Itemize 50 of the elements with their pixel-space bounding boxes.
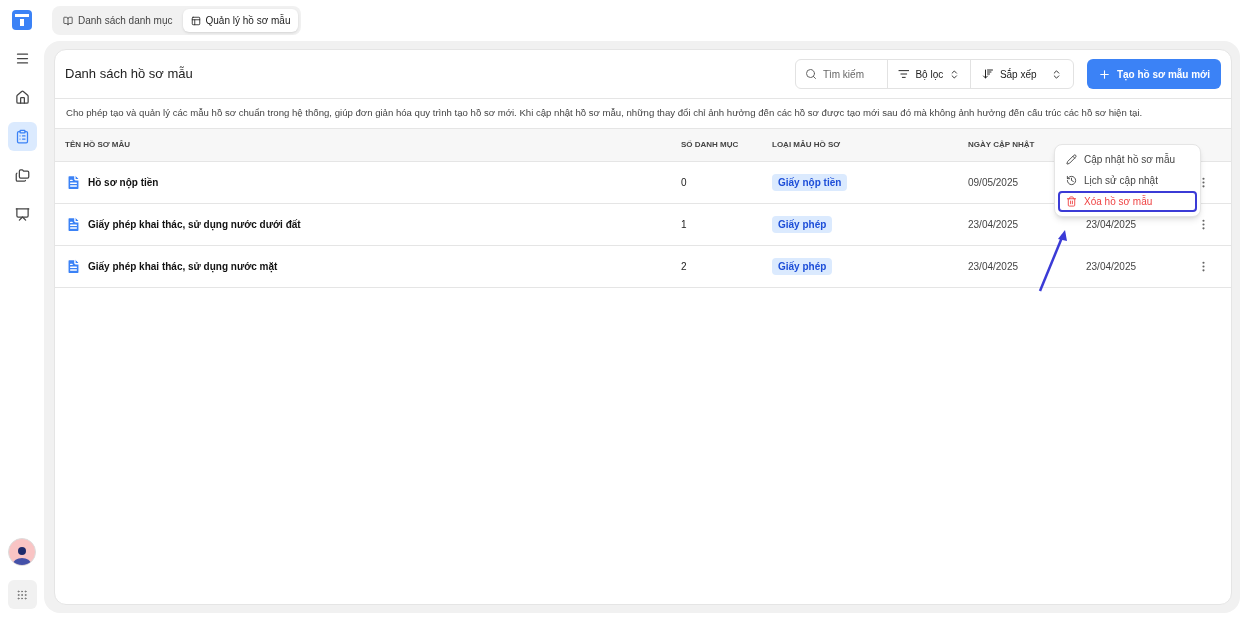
sort-button[interactable]: Sắp xếp <box>970 60 1073 88</box>
chevrons-icon <box>949 68 960 80</box>
apps-button[interactable] <box>7 580 37 609</box>
history-icon <box>1066 175 1077 186</box>
document-icon <box>65 174 82 191</box>
menu-item[interactable]: Lịch sử cập nhật <box>1058 170 1197 191</box>
document-icon <box>65 216 82 233</box>
filter-button[interactable]: Bộ lọc <box>887 60 971 88</box>
column-header: SỐ DANH MỤC <box>681 139 739 151</box>
sort-icon <box>981 68 994 80</box>
tab[interactable]: Quản lý hồ sơ mẫu <box>182 9 299 32</box>
table-cell-text: 09/05/2025 <box>968 176 1019 190</box>
plus-icon <box>1097 67 1111 81</box>
table-cell: 23/04/2025 <box>1086 261 1137 272</box>
folders-icon <box>14 168 30 183</box>
home-icon <box>14 90 30 105</box>
table-cell-text: 2 <box>681 260 687 274</box>
table-cell-text: 0 <box>681 176 687 190</box>
column-header: LOẠI MẪU HỒ SƠ <box>772 139 841 151</box>
menu-item[interactable]: Xóa hồ sơ mẫu <box>1058 191 1197 212</box>
table-cell: 23/04/2025 <box>1086 219 1137 230</box>
page-title: Danh sách hồ sơ mẫu <box>65 65 193 84</box>
type-tag: Giấy phép <box>772 258 833 275</box>
search-field[interactable]: Tìm kiếm <box>822 66 878 82</box>
column-header: NGÀY CẬP NHẬT <box>968 139 1035 151</box>
tab[interactable]: Danh sách danh mục <box>55 9 181 32</box>
search-icon <box>804 68 817 80</box>
presentation-board-icon <box>14 207 30 222</box>
avatar[interactable] <box>8 538 36 566</box>
template-name: Giấy phép khai thác, sử dụng nước dưới đất <box>88 218 301 232</box>
book-icon <box>63 15 73 26</box>
grid-icon <box>16 588 28 601</box>
type-tag: Giấy nộp tiền <box>772 174 848 191</box>
create-button[interactable]: Tạo hồ sơ mẫu mới <box>1086 59 1221 89</box>
menu-item[interactable]: Cập nhật hồ sơ mẫu <box>1058 149 1197 170</box>
layout-icon <box>190 15 201 26</box>
menu-icon <box>14 51 30 66</box>
filter-icon <box>897 68 910 80</box>
template-name: Giấy phép khai thác, sử dụng nước mặt <box>88 260 278 274</box>
table-cell-text: 1 <box>681 218 687 232</box>
document-icon <box>65 258 82 275</box>
pencil-icon <box>1066 154 1077 165</box>
type-tag: Giấy phép <box>772 216 833 233</box>
app-logo-icon[interactable] <box>12 10 32 30</box>
trash-icon <box>1066 196 1077 207</box>
clipboard-icon <box>14 129 30 144</box>
template-name: Hồ sơ nộp tiền <box>88 176 159 190</box>
table-cell-text: 23/04/2025 <box>968 260 1019 274</box>
column-header: TÊN HỒ SƠ MẪU <box>65 139 131 151</box>
table-cell-text: 23/04/2025 <box>968 218 1019 232</box>
